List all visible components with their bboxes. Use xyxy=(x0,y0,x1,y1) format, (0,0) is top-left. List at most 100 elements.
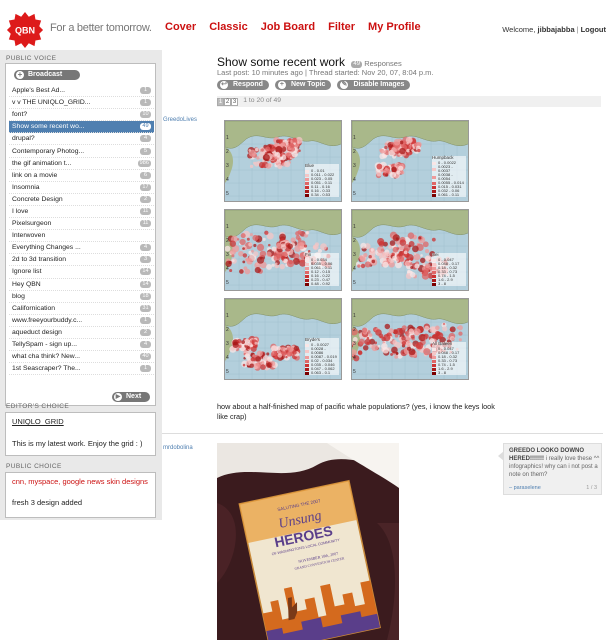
topic-count-badge: 40 xyxy=(140,353,151,361)
page-3[interactable]: 3 xyxy=(231,98,238,106)
legend-swatch xyxy=(432,193,436,197)
editors-choice-panel: UNIQLO_GRID This is my latest work. Enjo… xyxy=(5,412,156,456)
topic-count-badge: 4 xyxy=(140,244,151,252)
legend-swatch xyxy=(305,343,309,347)
sidebar-topic-item[interactable]: Show some recent wo... 49 xyxy=(9,121,154,134)
new-topic-label: New Topic xyxy=(290,81,326,88)
editors-choice-link[interactable]: UNIQLO_GRID xyxy=(12,417,64,426)
legend-swatch xyxy=(305,363,309,367)
thread-meta: Last post: 10 minutes ago | Thread start… xyxy=(217,68,434,77)
legend-swatch xyxy=(305,278,309,282)
map-axis-tick: 2 xyxy=(353,149,356,155)
public-choice-item[interactable]: fresh 3 design added xyxy=(12,498,82,507)
whale-map-panel: 1 2 3 4 5 Blue 0 - 0.01 0.011 - 0.022 0.023 - 0.… xyxy=(224,120,342,202)
post-author-greedolives[interactable]: GreedoLives xyxy=(163,117,197,123)
legend-label: 0.48 - 0.92 xyxy=(311,281,331,286)
nav-classic[interactable]: Classic xyxy=(209,21,248,33)
next-button[interactable]: ▶ Next xyxy=(112,392,150,402)
topic-count-badge: 2 xyxy=(140,328,151,336)
sidebar-topic-item[interactable]: Pixelsurgeon 11 xyxy=(9,218,154,231)
legend-swatch xyxy=(305,349,309,353)
sidebar-topic-item[interactable]: the gif animation t... 986 xyxy=(9,158,154,170)
sidebar-topic-item[interactable]: Apple's Best Ad... 1 xyxy=(9,85,154,98)
sidebar-topic-item[interactable]: Californication 31 xyxy=(9,303,154,315)
disable-images-button[interactable]: ✎ Disable Images xyxy=(337,80,411,90)
sidebar-topic-item[interactable]: 1st Seascraper? The... 1 xyxy=(9,363,154,376)
map-axis-tick: 5 xyxy=(226,369,229,375)
legend-swatch xyxy=(432,359,436,363)
post-text: how about a half-finished map of pacific… xyxy=(217,402,495,421)
svg-text:QBN: QBN xyxy=(15,25,35,35)
nav-job-board[interactable]: Job Board xyxy=(261,21,315,33)
arrow-right-icon: ▶ xyxy=(114,393,122,401)
legend-swatch xyxy=(305,266,309,270)
sidebar-topic-item[interactable]: I love 11 xyxy=(9,206,154,219)
note-pager[interactable]: 1 / 3 xyxy=(586,485,597,491)
sidebar-topic-item[interactable]: what cha think? New... 40 xyxy=(9,351,154,364)
legend-row: 0.48 - 0.92 xyxy=(305,282,339,286)
thread-title-text: Show some recent work xyxy=(217,55,346,69)
legend-label: 3 - 8 xyxy=(438,281,447,286)
responses-badge: 49 xyxy=(351,61,363,68)
sidebar-topic-item[interactable]: 2d to 3d transition 3 xyxy=(9,254,154,267)
page-2[interactable]: 2 xyxy=(224,98,231,106)
broadcast-button[interactable]: + Broadcast xyxy=(14,70,80,80)
nav-my-profile[interactable]: My Profile xyxy=(368,21,421,33)
nav-filter[interactable]: Filter xyxy=(328,21,355,33)
sidebar-topic-item[interactable]: link on a movie 6 xyxy=(9,170,154,182)
legend-swatch xyxy=(305,173,309,177)
sidebar-topic-item[interactable]: Concrete Design 2 xyxy=(9,194,154,206)
topic-label: Pixelsurgeon xyxy=(12,220,52,228)
plus-icon: + xyxy=(277,81,286,89)
map-legend: Bryde's 0 - 0.0027 0.0028 - 0.0086 0.0087 -… xyxy=(305,337,339,375)
legend-swatch xyxy=(305,185,309,189)
note-author[interactable]: – paraselene xyxy=(509,485,541,491)
map-axis-tick: 3 xyxy=(353,252,356,258)
topic-label: link on a movie xyxy=(12,171,58,179)
sidebar-topic-item[interactable]: font? 10 xyxy=(9,109,154,122)
disable-images-label: Disable Images xyxy=(353,81,405,88)
sidebar-topic-item[interactable]: blog 18 xyxy=(9,291,154,303)
topic-label: Insomnia xyxy=(12,183,40,191)
qbn-logo[interactable]: QBN xyxy=(6,11,44,49)
topic-count-badge: 49 xyxy=(140,123,151,131)
map-axis-tick: 3 xyxy=(226,341,229,347)
sidebar-topic-item[interactable]: Insomnia 17 xyxy=(9,182,154,194)
sidebar-topic-item[interactable]: v v THE UNIQLO_GRID... 1 xyxy=(9,97,154,110)
topic-count-badge: 2 xyxy=(140,195,151,203)
map-axis-tick: 3 xyxy=(353,341,356,347)
tagline: For a better tomorrow. xyxy=(50,22,152,34)
map-legend: Blue 0 - 0.01 0.011 - 0.022 0.023 - 0.05 0.0… xyxy=(305,163,339,197)
sidebar-topic-item[interactable]: Interwoven xyxy=(9,230,154,243)
legend-swatch xyxy=(432,270,436,274)
sidebar-topic-item[interactable]: TellySpam - sign up... 4 xyxy=(9,339,154,352)
topic-label: Californication xyxy=(12,304,56,312)
new-topic-button[interactable]: + New Topic xyxy=(274,80,332,90)
map-axis-tick: 3 xyxy=(353,163,356,169)
respond-button[interactable]: ↩ Respond xyxy=(217,80,269,90)
topic-label: Ignore list xyxy=(12,268,42,276)
public-choice-link[interactable]: cnn, myspace, google news skin designs xyxy=(12,477,150,487)
legend-label: 3 - 8 xyxy=(438,370,447,375)
map-axis-tick: 4 xyxy=(353,266,356,272)
username-link[interactable]: jibbajabba xyxy=(538,25,575,34)
map-axis-tick: 1 xyxy=(353,135,356,141)
sidebar-topic-item[interactable]: Hey QBN 14 xyxy=(9,279,154,291)
logout-link[interactable]: Logout xyxy=(581,25,606,34)
map-axis-tick: 1 xyxy=(226,313,229,319)
sidebar-topic-item[interactable]: Ignore list 14 xyxy=(9,266,154,279)
topic-count-badge: 1 xyxy=(140,365,151,373)
sidebar-topic-item[interactable]: Contemporary Photog... 5 xyxy=(9,145,154,158)
legend-label: 0.061 - 0.11 xyxy=(438,192,460,197)
legend-row: 3 - 8 xyxy=(432,282,466,286)
sidebar-topic-item[interactable]: www.freeyourbuddy.c... 1 xyxy=(9,315,154,327)
sidebar-topic-item[interactable]: aqueduct design 2 xyxy=(9,327,154,339)
sidebar-topic-item[interactable]: drupal? 4 xyxy=(9,133,154,146)
topic-label: TellySpam - sign up... xyxy=(12,341,77,349)
editors-choice-heading: EDITOR'S CHOICE xyxy=(6,403,70,410)
nav-cover[interactable]: Cover xyxy=(165,21,196,33)
program-photo-svg: SALUTING THE 2007 Unsung HEROES OF WASHI… xyxy=(217,443,399,640)
sidebar-topic-item[interactable]: Everything Changes ... 4 xyxy=(9,242,154,255)
post-author-mrdobolina[interactable]: mrdobolina xyxy=(163,445,193,451)
page-1[interactable]: 1 xyxy=(217,98,224,106)
